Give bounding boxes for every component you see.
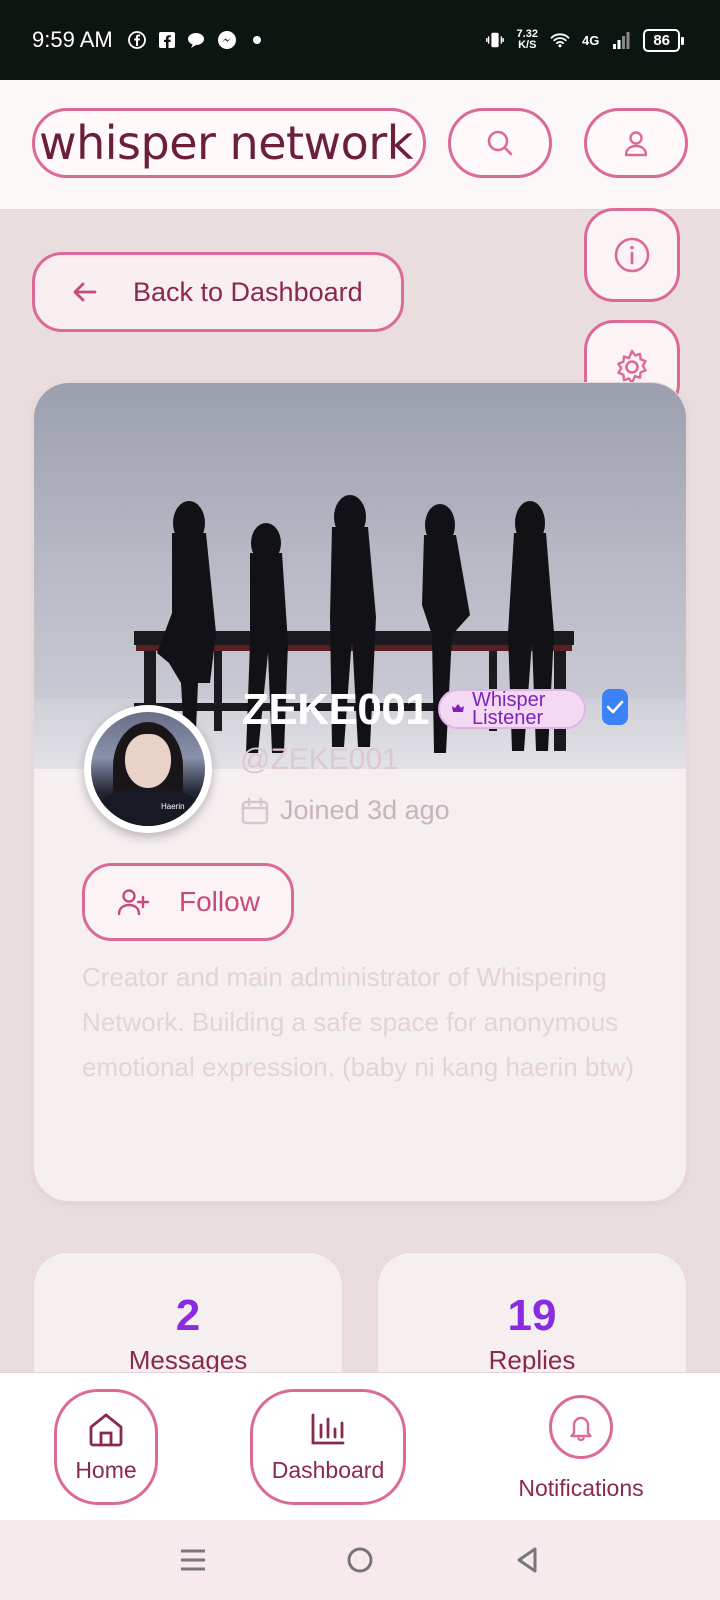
- profile-handle: @ZEKE001: [240, 743, 399, 776]
- brand-logo-button[interactable]: whisper network: [32, 108, 426, 178]
- avatar-photo: Haerin: [91, 712, 205, 826]
- avatar-face: [125, 734, 171, 788]
- more-notifications-dot-icon: [247, 30, 267, 50]
- back-system-button[interactable]: [507, 1540, 547, 1580]
- profile-card: Haerin ZEKE001 Whisper Listener @ZEKE001…: [33, 382, 687, 1202]
- net-speed-unit: K/S: [518, 39, 537, 51]
- status-bar: 9:59 AM 7.32 K/S 4G 86: [0, 0, 720, 80]
- profile-username: ZEKE001: [242, 685, 430, 734]
- check-icon: [606, 700, 624, 714]
- info-button[interactable]: [584, 208, 680, 302]
- menu-lines-icon: [181, 1549, 206, 1571]
- role-badge-label: Whisper Listener: [472, 689, 546, 729]
- nav-dashboard[interactable]: Dashboard: [250, 1389, 406, 1505]
- account-button[interactable]: [584, 108, 688, 178]
- role-badge: Whisper Listener: [438, 689, 586, 729]
- status-time: 9:59 AM: [32, 27, 113, 52]
- bar-chart-icon: [311, 1413, 345, 1444]
- notification-icons: [127, 30, 267, 50]
- search-icon: [487, 130, 513, 156]
- nav-home-label: Home: [75, 1456, 137, 1483]
- avatar[interactable]: Haerin: [84, 705, 212, 833]
- follow-button[interactable]: Follow: [82, 863, 294, 941]
- user-icon: [624, 131, 648, 157]
- user-plus-icon: [117, 889, 149, 916]
- calendar-icon: [241, 797, 269, 824]
- net-speed: 7.32 K/S: [517, 29, 538, 51]
- battery-indicator: 86: [643, 28, 684, 52]
- arrow-left-icon: [73, 282, 97, 302]
- facebook-page-icon: [157, 30, 177, 50]
- back-button-label: Back to Dashboard: [133, 276, 363, 307]
- nav-notifications-label: Notifications: [518, 1475, 644, 1501]
- nav-dashboard-label: Dashboard: [271, 1456, 385, 1483]
- status-right: 7.32 K/S 4G 86: [485, 0, 684, 80]
- home-icon: [89, 1413, 123, 1446]
- messenger-icon: [217, 30, 237, 50]
- bell-icon: [570, 1416, 592, 1442]
- joined-date: Joined 3d ago: [240, 795, 450, 826]
- signal-icon: [611, 30, 631, 50]
- wifi-icon: [550, 30, 570, 50]
- follow-label: Follow: [179, 886, 260, 917]
- search-button[interactable]: [448, 108, 552, 178]
- circle-home-icon: [347, 1547, 373, 1573]
- stat-card-replies[interactable]: 19 Replies: [377, 1252, 687, 1382]
- info-icon: [614, 237, 650, 273]
- joined-label: Joined 3d ago: [280, 795, 450, 825]
- nav-notifications-circle: [549, 1395, 613, 1459]
- stat-value: 19: [507, 1291, 557, 1340]
- vibrate-icon: [485, 30, 505, 50]
- bottom-nav: Home Dashboard Notifications: [0, 1372, 720, 1520]
- stat-card-messages[interactable]: 2 Messages: [33, 1252, 343, 1382]
- triangle-back-icon: [517, 1547, 537, 1573]
- crown-icon: [452, 704, 464, 712]
- verified-badge: [602, 689, 628, 725]
- nav-home[interactable]: Home: [54, 1389, 158, 1505]
- stat-value: 2: [175, 1291, 201, 1340]
- nav-notifications[interactable]: Notifications: [506, 1395, 656, 1502]
- gear-icon: [617, 349, 647, 385]
- chat-bubbles-icon: [187, 30, 207, 50]
- facebook-icon: [127, 30, 147, 50]
- home-system-button[interactable]: [340, 1540, 380, 1580]
- recents-button[interactable]: [173, 1540, 213, 1580]
- profile-bio: Creator and main administrator of Whispe…: [82, 962, 635, 1082]
- network-type: 4G: [581, 32, 600, 48]
- system-nav-bar: [0, 1520, 720, 1600]
- app-header: whisper network: [0, 80, 720, 210]
- back-to-dashboard-button[interactable]: Back to Dashboard: [32, 252, 404, 332]
- avatar-jacket-label: Haerin: [161, 802, 185, 811]
